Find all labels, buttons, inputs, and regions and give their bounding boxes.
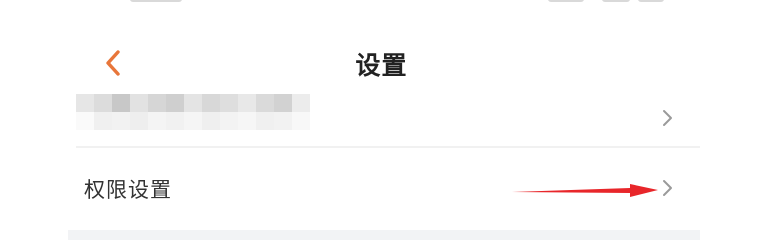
redaction-tile (292, 94, 310, 112)
redaction-tile (94, 112, 112, 130)
redaction-tile (148, 112, 166, 130)
nav-bar: 设置 (0, 40, 763, 88)
redaction-tile (238, 112, 256, 130)
redaction-tile (148, 94, 166, 112)
redaction-tile (274, 94, 292, 112)
redaction-tile (184, 112, 202, 130)
redaction-tile (76, 94, 94, 112)
status-bar-signal (548, 0, 584, 2)
page-title: 设置 (355, 51, 408, 80)
red-arrow-icon (512, 184, 658, 197)
chevron-right-icon (663, 180, 672, 196)
redaction-tile (238, 94, 256, 112)
redaction-tile (130, 94, 148, 112)
status-bar-time (130, 0, 182, 2)
redaction-tile (166, 94, 184, 112)
settings-page: 设置 权限设置 (0, 0, 763, 240)
setting-row-account[interactable] (68, 88, 700, 146)
redaction-tile (112, 112, 130, 130)
redaction-tile (94, 94, 112, 112)
redaction-tile (220, 94, 238, 112)
redacted-content (76, 94, 310, 130)
setting-row-permissions[interactable]: 权限设置 (68, 148, 700, 230)
redaction-tile (256, 94, 274, 112)
chevron-right-icon (663, 110, 672, 126)
redaction-tile (130, 112, 148, 130)
settings-list: 权限设置 (68, 88, 700, 240)
redaction-tile (184, 94, 202, 112)
redaction-tile (112, 94, 130, 112)
status-bar-wifi (602, 0, 630, 2)
redaction-tile (202, 112, 220, 130)
redaction-tile (76, 112, 94, 130)
permissions-label: 权限设置 (84, 178, 172, 202)
section-separator (68, 230, 700, 240)
redaction-tile (202, 94, 220, 112)
redaction-tile (292, 112, 310, 130)
redaction-tile (220, 112, 238, 130)
redaction-tile (256, 112, 274, 130)
status-bar-battery (638, 0, 664, 2)
redaction-tile (166, 112, 184, 130)
redaction-tile (274, 112, 292, 130)
